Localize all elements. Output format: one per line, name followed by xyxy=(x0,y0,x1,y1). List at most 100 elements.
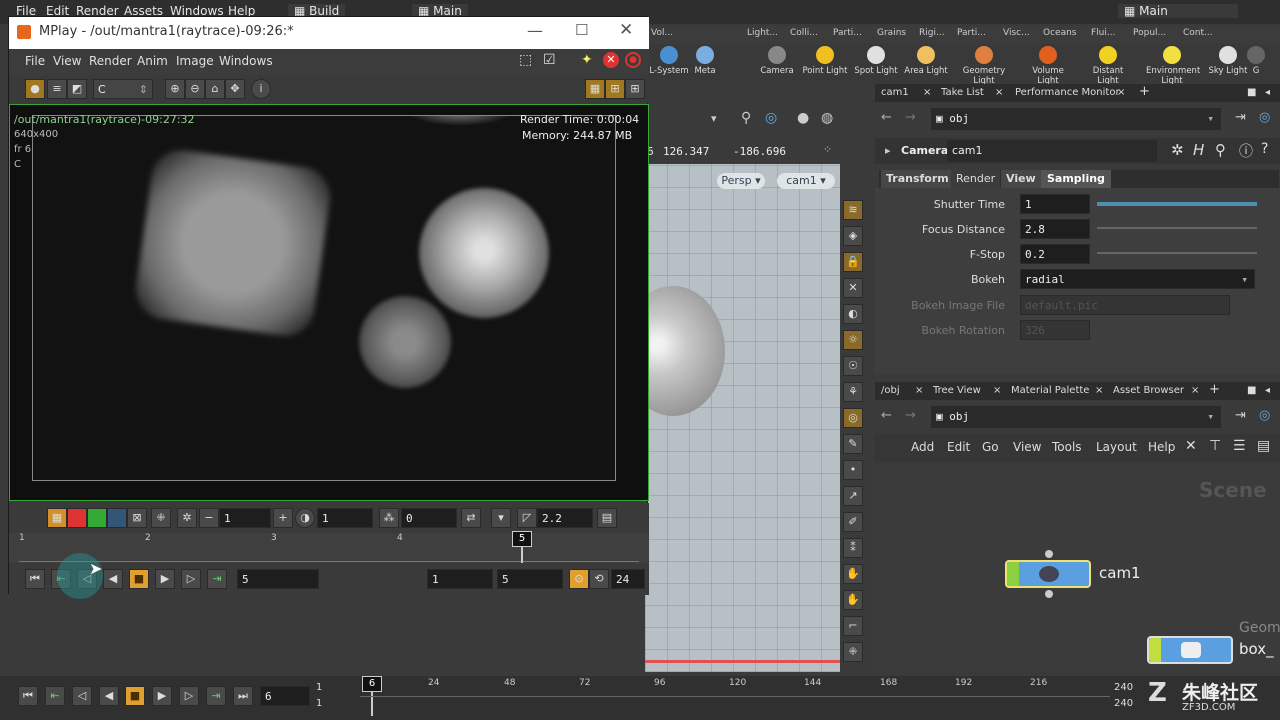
step-forward-icon[interactable]: ▷ xyxy=(181,569,201,589)
display-flag[interactable] xyxy=(1149,638,1161,662)
view-quad-icon[interactable]: ⊞ xyxy=(625,79,645,99)
scene-viewport[interactable]: Persp ▾ cam1 ▾ xyxy=(645,164,840,672)
mplay-menu-anim[interactable]: Anim xyxy=(137,54,168,68)
shelf-tab-vol[interactable]: Vol... xyxy=(651,28,673,44)
zoom-in-icon[interactable]: ⊕ xyxy=(165,79,185,99)
fstop-slider[interactable] xyxy=(1097,252,1257,254)
realtime-icon[interactable]: ⊙ xyxy=(569,569,589,589)
rgb-channel-icon[interactable]: ▦ xyxy=(47,508,67,528)
shelf-tool-geometry-light[interactable]: Geometry Light xyxy=(958,46,1010,86)
shelf-tool-volume-light[interactable]: Volume Light xyxy=(1022,46,1074,86)
step-start-icon[interactable]: ⇤ xyxy=(45,686,65,706)
alpha-channel-icon[interactable]: ⊠ xyxy=(127,508,147,528)
maximize-icon[interactable]: ☐ xyxy=(575,21,588,39)
shelf-tab-lights[interactable]: Light... xyxy=(747,28,778,44)
stop-icon[interactable]: ■ xyxy=(129,569,149,589)
layers-icon[interactable]: ≡ xyxy=(47,79,67,99)
close-icon[interactable]: × xyxy=(915,385,923,396)
cam1-node[interactable] xyxy=(1005,560,1091,588)
tab-material-palette[interactable]: Material Palette xyxy=(1011,385,1089,396)
toggle-icon-1[interactable]: ≋ xyxy=(843,200,863,220)
toggle-icon-17[interactable]: ⌐ xyxy=(843,616,863,636)
shelf-tool-distant-light[interactable]: Distant Light xyxy=(1082,46,1134,86)
current-frame-field[interactable]: 6 xyxy=(260,686,310,706)
play-icon[interactable]: ▶ xyxy=(155,569,175,589)
shelf-tool-point-light[interactable]: Point Light xyxy=(799,46,851,76)
layout-icon[interactable]: ⬚ xyxy=(519,52,532,68)
close-icon[interactable]: × xyxy=(1191,385,1199,396)
red-channel-icon[interactable] xyxy=(67,508,87,528)
menu-view[interactable]: View xyxy=(1013,440,1041,454)
toggle-icon-10[interactable]: ✎ xyxy=(843,434,863,454)
menu-tools[interactable]: Tools xyxy=(1052,440,1082,454)
mplay-menu-render[interactable]: Render xyxy=(89,54,132,68)
dither-field[interactable]: 0 xyxy=(401,508,457,528)
mplay-menu-view[interactable]: View xyxy=(53,54,81,68)
grid-icon[interactable]: ▤ xyxy=(1257,438,1270,454)
toggle-icon-16[interactable]: ✋ xyxy=(843,590,863,610)
persp-menu[interactable]: Persp ▾ xyxy=(717,173,765,189)
shelf-tab-particle-fluids[interactable]: Parti... xyxy=(957,28,986,44)
tab-tree-view[interactable]: Tree View xyxy=(933,385,981,396)
mplay-menu-image[interactable]: Image xyxy=(176,54,214,68)
snapshot-icon[interactable]: ◩ xyxy=(67,79,87,99)
shelf-tab-populate[interactable]: Popul... xyxy=(1133,28,1166,44)
mplay-menu-file[interactable]: File xyxy=(25,54,45,68)
playbar-current-marker[interactable]: 6 xyxy=(362,676,382,692)
close-window-icon[interactable]: ✕ xyxy=(619,20,633,40)
jump-start-icon[interactable]: ⏮ xyxy=(25,569,45,589)
menu-help[interactable]: Help xyxy=(1148,440,1175,454)
tab-performance-monitor[interactable]: Performance Monitor xyxy=(1015,87,1120,98)
fps-field[interactable]: 24 xyxy=(611,569,645,589)
bokeh-select[interactable]: radial ▾ xyxy=(1020,269,1255,289)
toggle-icon-5[interactable]: ◐ xyxy=(843,304,863,324)
shelf-tab-collisions[interactable]: Colli... xyxy=(790,28,818,44)
record-icon[interactable]: ● xyxy=(625,52,641,68)
display-options-icon[interactable]: ● xyxy=(797,110,809,126)
shelf-tab-grains[interactable]: Grains xyxy=(877,28,906,44)
tab-sampling[interactable]: Sampling xyxy=(1041,170,1111,188)
tab-asset-browser[interactable]: Asset Browser xyxy=(1113,385,1184,396)
exposure-icon[interactable]: ⁜ xyxy=(151,508,171,528)
node-input-dot[interactable] xyxy=(1045,550,1053,558)
home-icon[interactable]: ⌂ xyxy=(205,79,225,99)
shutter-time-field[interactable]: 1 xyxy=(1020,194,1090,214)
fstop-field[interactable]: 0.2 xyxy=(1020,244,1090,264)
current-frame-field[interactable]: 5 xyxy=(237,569,319,589)
play-reverse-icon[interactable]: ◀ xyxy=(103,569,123,589)
link-icon[interactable]: ◎ xyxy=(1259,408,1270,423)
lock-camera-icon[interactable]: 🔒 xyxy=(843,252,863,272)
brightness-icon[interactable]: ✲ xyxy=(177,508,197,528)
param-path-field[interactable]: ▣ obj ▾ xyxy=(931,108,1221,130)
node-output-dot[interactable] xyxy=(1045,590,1053,598)
dropdown-arrow-icon[interactable]: ▾ xyxy=(711,112,717,125)
back-arrow-icon[interactable]: ← xyxy=(881,408,892,423)
menu-add[interactable]: Add xyxy=(911,440,934,454)
jump-end-icon[interactable]: ⏭ xyxy=(233,686,253,706)
shelf-tool-environment-light[interactable]: Environment Light xyxy=(1146,46,1200,86)
point-icon[interactable]: • xyxy=(843,460,863,480)
focus-distance-field[interactable]: 2.8 xyxy=(1020,219,1090,239)
pane-menu-icon[interactable]: ■ xyxy=(1247,87,1256,98)
toggle-icon-13[interactable]: ✐ xyxy=(843,512,863,532)
network-path-field[interactable]: ▣ obj ▾ xyxy=(931,406,1221,428)
shelf-tool-camera[interactable]: Camera xyxy=(751,46,803,76)
shelf-tab-rigid[interactable]: Rigi... xyxy=(919,28,945,44)
menu-edit[interactable]: Edit xyxy=(947,440,970,454)
forward-arrow-icon[interactable]: → xyxy=(905,408,916,423)
gamma-icon[interactable]: ◸ xyxy=(517,508,537,528)
shelf-tool-metaball[interactable]: Meta xyxy=(679,46,731,76)
shelf-tab-viscous[interactable]: Visc... xyxy=(1003,28,1030,44)
target-icon[interactable]: ◎ xyxy=(765,110,777,126)
menu-go[interactable]: Go xyxy=(982,440,999,454)
toggle-icon-2[interactable]: ◈ xyxy=(843,226,863,246)
settings-grid-icon[interactable]: ▤ xyxy=(597,508,617,528)
pin-icon[interactable]: ⇥ xyxy=(1235,408,1246,423)
gamma-field[interactable]: 2.2 xyxy=(537,508,593,528)
toggle-icon-7[interactable]: ☉ xyxy=(843,356,863,376)
mplay-image-viewer[interactable]: /out/mantra1(raytrace)-09:27:32 640x400 … xyxy=(9,104,649,501)
close-icon[interactable]: × xyxy=(993,385,1001,396)
toggle-icon-4[interactable]: ✕ xyxy=(843,278,863,298)
increment-icon[interactable]: + xyxy=(273,508,293,528)
node-name-field[interactable]: cam1 xyxy=(947,140,1157,162)
